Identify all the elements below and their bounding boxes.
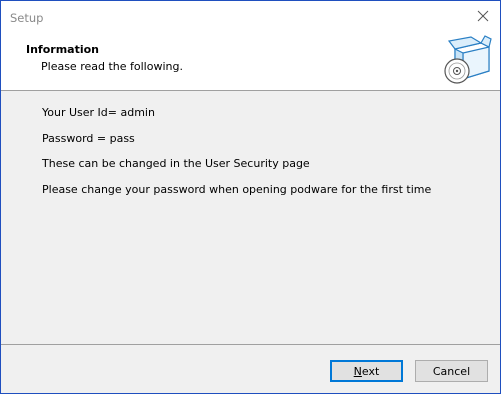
next-button[interactable]: Next [330, 360, 403, 382]
next-accelerator: N [353, 364, 362, 378]
header-title: Information [26, 43, 99, 56]
info-line-password: Password = pass [42, 132, 135, 145]
window-title: Setup [10, 11, 44, 25]
footer-divider [1, 344, 500, 345]
header-subtitle: Please read the following. [41, 60, 183, 73]
title-bar[interactable]: Setup [1, 1, 500, 33]
setup-window: Setup Information Please read the follow… [0, 0, 501, 394]
info-line-security-page: These can be changed in the User Securit… [42, 157, 310, 170]
wizard-header: Information Please read the following. [1, 33, 500, 91]
info-line-user-id: Your User Id= admin [42, 106, 155, 119]
cancel-button[interactable]: Cancel [415, 360, 488, 382]
info-line-change-password: Please change your password when opening… [42, 183, 432, 196]
information-content: Your User Id= admin Password = pass Thes… [1, 91, 500, 344]
next-label-rest: ext [361, 364, 380, 378]
close-icon [477, 10, 489, 25]
close-button[interactable] [466, 1, 500, 33]
setup-box-cd-icon [441, 35, 493, 87]
